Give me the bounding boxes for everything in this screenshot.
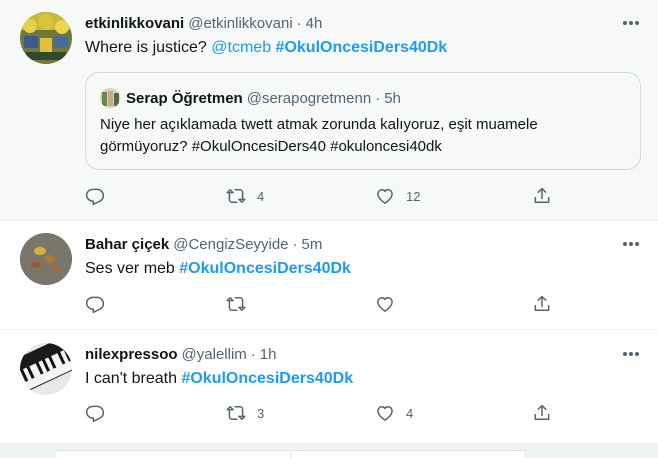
like-count: 4 [406, 405, 414, 421]
action-bar [85, 292, 565, 316]
hashtag-link[interactable]: #OkulOncesiDers40Dk [181, 370, 353, 387]
hashtag-link[interactable]: #OkulOncesiDers40Dk [179, 260, 351, 277]
author-handle[interactable]: @yalellim [182, 346, 247, 363]
avatar[interactable] [20, 233, 72, 285]
tweet-time[interactable]: 5m [302, 236, 323, 253]
heart-icon [377, 189, 393, 204]
retweet-button[interactable] [226, 292, 257, 316]
retweet-icon [226, 189, 246, 203]
share-icon [534, 404, 550, 420]
tweet-text: I can't breath #OkulOncesiDers40Dk [85, 368, 638, 390]
quoted-author-name[interactable]: Serap Öğretmen [126, 90, 243, 107]
like-button[interactable] [375, 292, 406, 316]
quoted-avatar[interactable] [100, 88, 120, 108]
mention-link[interactable]: @tcmeb [211, 39, 271, 56]
tweet-text-plain: Ses ver meb [85, 260, 175, 277]
action-bar: 4 12 [85, 184, 565, 208]
author-name[interactable]: etkinlikkovani [85, 15, 184, 32]
tweet-1[interactable]: etkinlikkovani @etkinlikkovani · 4h Wher… [0, 0, 658, 221]
hashtag-link[interactable]: #OkulOncesiDers40Dk [276, 39, 448, 56]
like-button[interactable]: 12 [375, 184, 420, 208]
bottom-tab[interactable] [56, 450, 290, 458]
retweet-icon [226, 297, 246, 311]
quoted-text: Niye her açıklamada twett atmak zorunda … [100, 116, 538, 155]
reply-button[interactable] [85, 292, 116, 316]
heart-icon [377, 297, 393, 312]
separator-dot: · [296, 14, 302, 32]
quoted-author-handle[interactable]: @serapogretmenn [247, 90, 371, 107]
share-button[interactable] [532, 292, 552, 316]
retweet-button[interactable]: 3 [226, 401, 264, 425]
author-handle[interactable]: @etkinlikkovani [188, 15, 292, 32]
separator-dot: · [292, 235, 298, 253]
separator-dot: · [250, 345, 256, 363]
tweet-text: Ses ver meb #OkulOncesiDers40Dk [85, 258, 638, 280]
more-icon[interactable] [622, 235, 640, 253]
retweet-button[interactable]: 4 [226, 184, 264, 208]
reply-icon [85, 405, 105, 423]
more-icon[interactable] [622, 14, 640, 32]
share-icon [534, 187, 550, 203]
reply-icon [85, 188, 105, 206]
quoted-time[interactable]: 5h [384, 90, 401, 107]
quoted-tweet[interactable]: Serap Öğretmen @serapogretmenn · 5h Niye… [85, 72, 641, 170]
separator-dot: · [375, 89, 381, 107]
retweet-icon [226, 406, 246, 420]
retweet-count: 3 [257, 405, 265, 421]
tweet-time[interactable]: 4h [306, 15, 323, 32]
tweet-3[interactable]: nilexpressoo @yalellim · 1h I can't brea… [0, 330, 658, 444]
author-name[interactable]: Bahar çiçek [85, 236, 169, 253]
like-button[interactable]: 4 [375, 401, 413, 425]
share-button[interactable] [532, 184, 552, 208]
like-count: 12 [406, 188, 421, 204]
tweet-text: Where is justice? @tcmeb #OkulOncesiDers… [85, 37, 638, 59]
bottom-tab[interactable] [292, 450, 524, 458]
avatar[interactable] [20, 12, 72, 64]
share-icon [534, 295, 550, 311]
reply-icon [85, 296, 105, 314]
more-icon[interactable] [622, 345, 640, 363]
reply-button[interactable] [85, 401, 116, 425]
heart-icon [377, 406, 393, 421]
retweet-count: 4 [257, 188, 265, 204]
share-button[interactable] [532, 401, 552, 425]
author-handle[interactable]: @CengizSeyyide [173, 236, 288, 253]
tweet-text-plain: I can't breath [85, 370, 177, 387]
bottom-tab-strip [0, 444, 658, 458]
tweet-2[interactable]: Bahar çiçek @CengizSeyyide · 5m Ses ver … [0, 221, 658, 330]
avatar[interactable] [20, 343, 72, 395]
reply-button[interactable] [85, 184, 116, 208]
action-bar: 3 4 [85, 401, 565, 425]
tweet-time[interactable]: 1h [260, 346, 277, 363]
tweet-text-plain: Where is justice? [85, 39, 207, 56]
author-name[interactable]: nilexpressoo [85, 346, 178, 363]
